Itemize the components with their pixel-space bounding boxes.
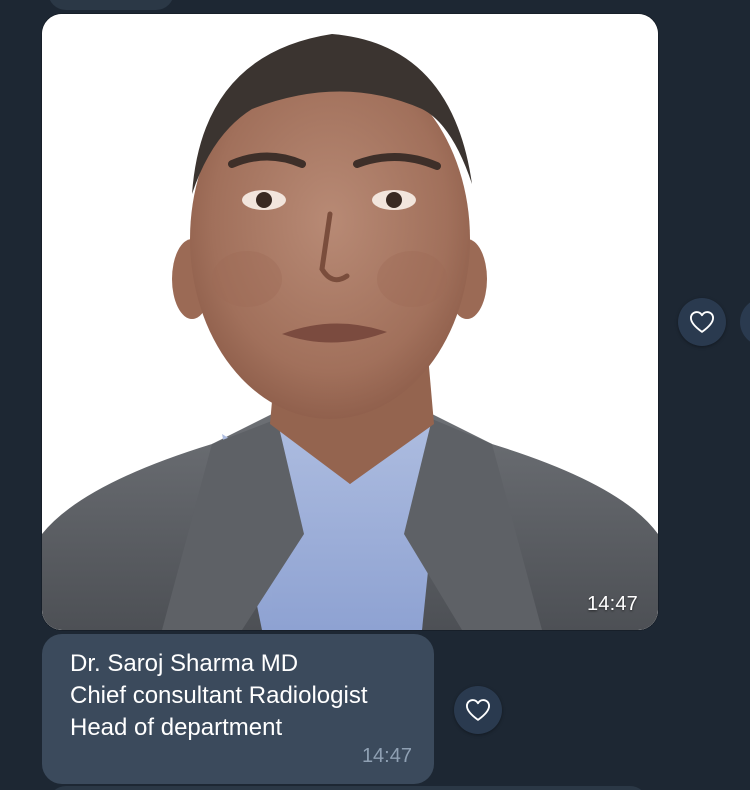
- offscreen-action-button[interactable]: [740, 298, 750, 346]
- message-line-role: Head of department: [70, 714, 283, 741]
- message-line-name: Dr. Saroj Sharma MD: [70, 650, 299, 677]
- heart-icon: [689, 311, 715, 333]
- heart-icon: [465, 699, 491, 721]
- photo-timestamp: 14:47: [586, 593, 638, 615]
- photo-message-bubble[interactable]: 14:47: [42, 14, 658, 630]
- text-message-bubble[interactable]: Dr. Saroj Sharma MD Chief consultant Rad…: [42, 634, 434, 784]
- react-heart-button[interactable]: [454, 686, 502, 734]
- previous-message-bubble[interactable]: [48, 0, 174, 10]
- react-heart-button[interactable]: [678, 298, 726, 346]
- message-line-title: Chief consultant Radiologist: [70, 682, 368, 709]
- portrait-photo[interactable]: [42, 14, 658, 630]
- next-message-bubble[interactable]: [48, 786, 648, 790]
- message-timestamp: 14:47: [361, 745, 412, 767]
- chat-view: 14:47 Dr. Saroj Sharma MD Chief consulta…: [0, 0, 750, 790]
